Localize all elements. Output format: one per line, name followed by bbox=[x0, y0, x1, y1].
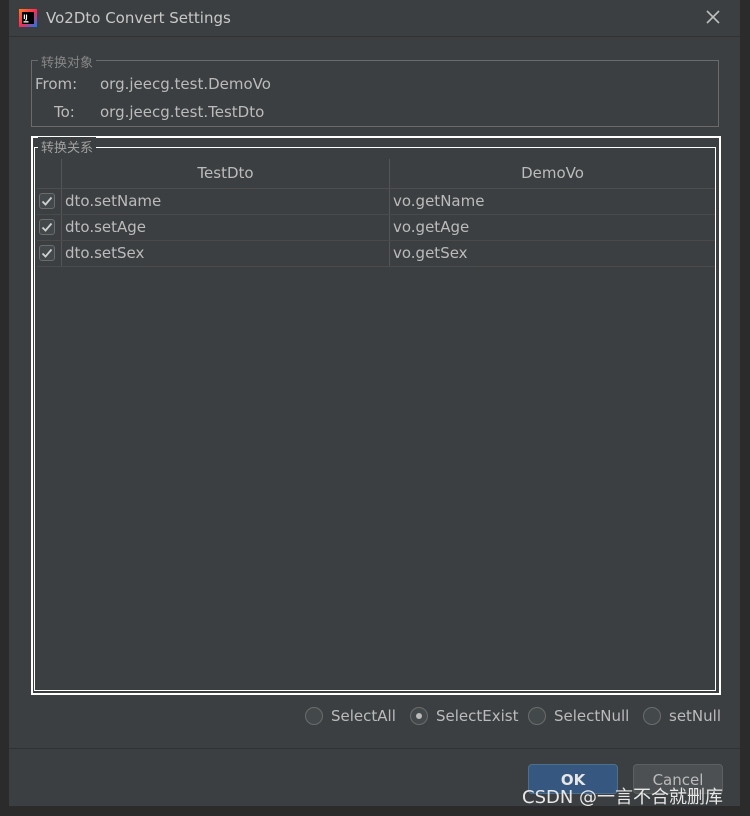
conversion-target-group: 转换对象 From: org.jeecg.test.DemoVo To: org… bbox=[31, 52, 719, 127]
intellij-app-icon: IJ bbox=[19, 9, 37, 27]
radio-label[interactable]: setNull bbox=[669, 705, 721, 727]
row-checkbox[interactable] bbox=[39, 219, 55, 235]
mapping-table: TestDto DemoVo dto.setName vo.getName dt… bbox=[37, 159, 715, 687]
header-check-column bbox=[37, 159, 61, 188]
radio-button-icon[interactable] bbox=[305, 707, 323, 725]
conversion-mapping-group: 转换关系 TestDto DemoVo dto.setName vo.getNa… bbox=[31, 136, 721, 695]
checkmark-icon bbox=[41, 196, 53, 206]
group-legend: 转换关系 bbox=[38, 137, 97, 156]
dto-setter-cell[interactable]: dto.setSex bbox=[61, 241, 389, 266]
row-checkbox[interactable] bbox=[39, 193, 55, 209]
dialog-window: IJ Vo2Dto Convert Settings 转换对象 From: or… bbox=[9, 0, 740, 806]
table-header: TestDto DemoVo bbox=[37, 159, 715, 189]
table-row[interactable]: dto.setName vo.getName bbox=[37, 189, 715, 215]
svg-text:IJ: IJ bbox=[23, 14, 27, 21]
window-title: Vo2Dto Convert Settings bbox=[46, 9, 231, 27]
to-label: To: bbox=[54, 103, 75, 121]
to-value: org.jeecg.test.TestDto bbox=[100, 103, 265, 121]
table-row[interactable]: dto.setSex vo.getSex bbox=[37, 241, 715, 267]
title-bar: IJ Vo2Dto Convert Settings bbox=[9, 0, 740, 37]
radio-button-icon[interactable] bbox=[528, 707, 546, 725]
dto-setter-cell[interactable]: dto.setAge bbox=[61, 215, 389, 240]
dto-setter-cell[interactable]: dto.setName bbox=[61, 189, 389, 214]
radio-button-icon[interactable] bbox=[643, 707, 661, 725]
vo-getter-cell[interactable]: vo.getAge bbox=[389, 215, 715, 240]
column-header-testdto[interactable]: TestDto bbox=[61, 159, 389, 188]
row-checkbox[interactable] bbox=[39, 245, 55, 261]
column-header-demovo[interactable]: DemoVo bbox=[389, 159, 715, 188]
radio-button-selected-icon[interactable] bbox=[410, 707, 428, 725]
vo-getter-cell[interactable]: vo.getSex bbox=[389, 241, 715, 266]
radio-label[interactable]: SelectNull bbox=[554, 705, 629, 727]
close-icon[interactable] bbox=[704, 8, 722, 26]
from-label: From: bbox=[35, 75, 78, 93]
radio-label[interactable]: SelectAll bbox=[331, 705, 396, 727]
checkmark-icon bbox=[41, 248, 53, 258]
radio-label[interactable]: SelectExist bbox=[436, 705, 519, 727]
watermark-text: CSDN @一言不合就删库 bbox=[522, 787, 724, 808]
footer-divider bbox=[9, 748, 740, 749]
table-row[interactable]: dto.setAge vo.getAge bbox=[37, 215, 715, 241]
group-legend: 转换对象 bbox=[38, 52, 97, 71]
checkmark-icon bbox=[41, 222, 53, 232]
vo-getter-cell[interactable]: vo.getName bbox=[389, 189, 715, 214]
from-value: org.jeecg.test.DemoVo bbox=[100, 75, 271, 93]
